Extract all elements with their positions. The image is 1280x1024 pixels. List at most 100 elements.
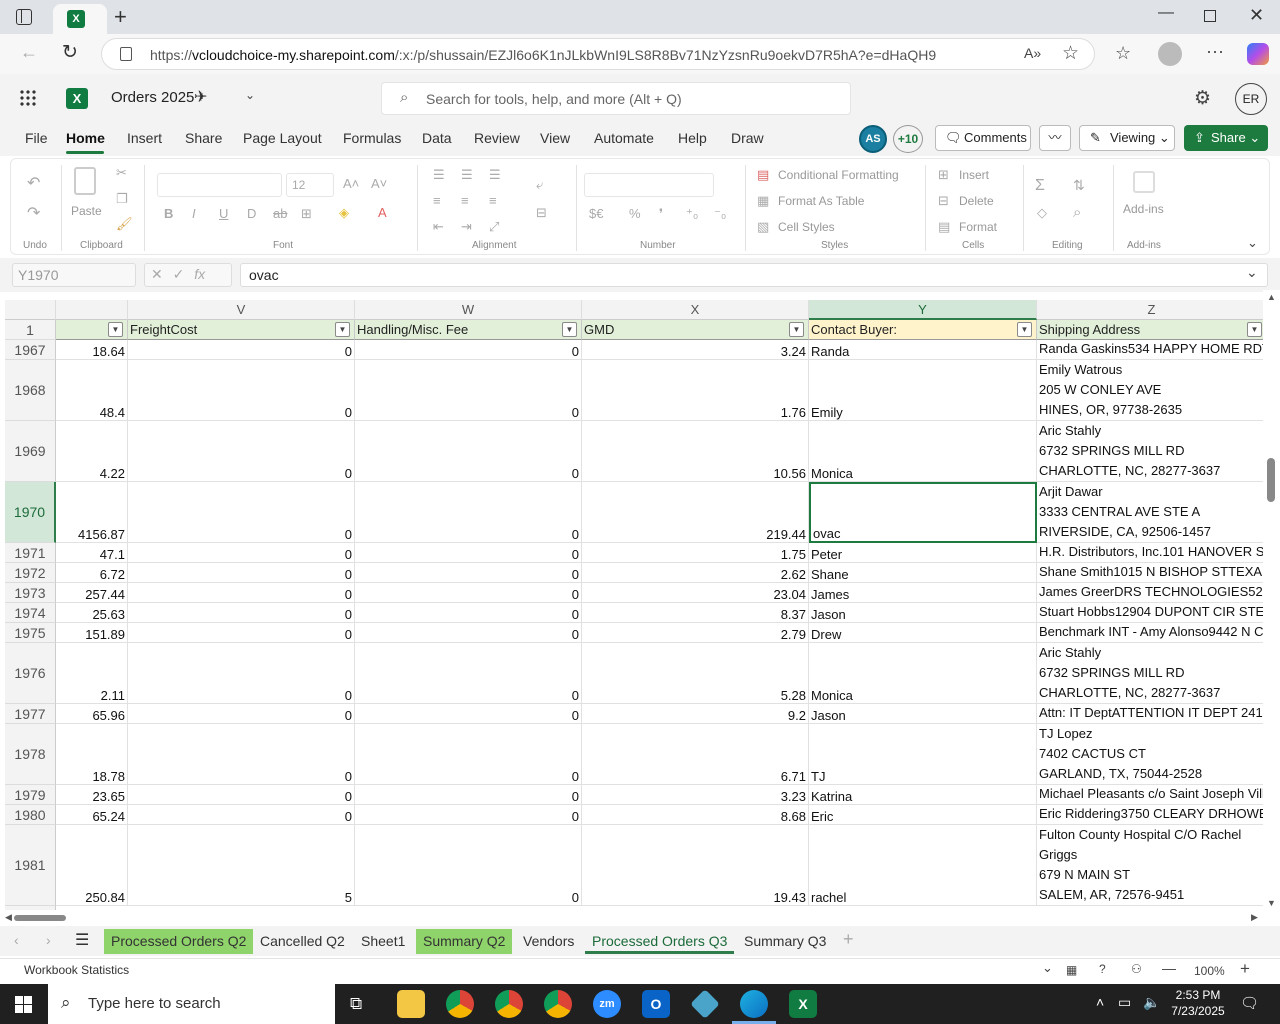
expand-formula-chevron-icon[interactable]: ⌄ bbox=[1246, 264, 1258, 281]
table-cell[interactable]: Jason bbox=[809, 704, 1037, 724]
table-cell[interactable]: 0 bbox=[355, 805, 582, 825]
refresh-icon[interactable]: ↻ bbox=[62, 41, 78, 64]
row-header[interactable]: 1969 bbox=[5, 421, 56, 482]
decrease-indent-icon[interactable]: ⇤ bbox=[433, 219, 444, 235]
tab-insert[interactable]: Insert bbox=[127, 130, 162, 146]
strikethrough-icon[interactable]: ab bbox=[273, 206, 287, 221]
table-cell[interactable]: 0 bbox=[128, 340, 355, 360]
shipping-address-cell[interactable]: Aric Stahly 6732 SPRINGS MILL RD CHARLOTTE… bbox=[1037, 643, 1263, 704]
addins-button[interactable]: Add-ins bbox=[1123, 202, 1164, 216]
table-cell[interactable]: 2.11 bbox=[56, 643, 128, 704]
table-cell[interactable]: 3.23 bbox=[582, 785, 809, 805]
table-cell[interactable]: 0 bbox=[355, 724, 582, 785]
table-cell[interactable]: 250.84 bbox=[56, 825, 128, 906]
table-cell[interactable]: 5 bbox=[128, 825, 355, 906]
format-as-table-button[interactable]: Format As Table bbox=[778, 194, 864, 208]
table-cell[interactable]: Drew bbox=[809, 623, 1037, 643]
table-cell[interactable]: 0 bbox=[355, 825, 582, 906]
shipping-address-cell[interactable]: Attn: IT DeptATTENTION IT DEPT 241 CENTE… bbox=[1037, 704, 1263, 724]
vertical-scrollbar[interactable]: ▲ ▼ bbox=[1263, 290, 1280, 910]
next-sheet-icon[interactable]: › bbox=[46, 932, 51, 948]
row-header[interactable]: 1970 bbox=[5, 482, 56, 543]
taskbar-search[interactable]: ⌕ Type here to search bbox=[48, 984, 335, 1024]
format-painter-icon[interactable]: 🖌 bbox=[116, 216, 133, 232]
comments-button[interactable]: 🗨 Comments bbox=[935, 125, 1031, 151]
table-header-cell[interactable]: ▼ bbox=[56, 320, 128, 340]
decrease-font-icon[interactable]: A˅ bbox=[371, 176, 387, 191]
format-cells-button[interactable]: Format bbox=[959, 220, 997, 234]
row-header[interactable]: 1975 bbox=[5, 623, 56, 643]
horizontal-scroll-thumb[interactable] bbox=[14, 915, 66, 921]
scroll-down-icon[interactable]: ▼ bbox=[1267, 898, 1276, 908]
row-header-1[interactable]: 1 bbox=[5, 320, 56, 340]
restore-icon[interactable] bbox=[1204, 10, 1216, 22]
table-cell[interactable]: 0 bbox=[355, 785, 582, 805]
table-cell[interactable]: Eric bbox=[809, 805, 1037, 825]
table-cell[interactable]: 8.37 bbox=[582, 603, 809, 623]
table-cell[interactable]: 18.78 bbox=[56, 724, 128, 785]
app-launcher-icon[interactable] bbox=[19, 89, 37, 107]
select-all-corner[interactable] bbox=[5, 300, 56, 320]
paste-icon[interactable] bbox=[74, 167, 96, 195]
font-size-select[interactable]: 12 bbox=[286, 173, 334, 197]
sheet-tab[interactable]: Sheet1 bbox=[354, 929, 412, 954]
settings-gear-icon[interactable]: ⚙ bbox=[1194, 87, 1211, 110]
table-cell[interactable]: 0 bbox=[128, 421, 355, 482]
filter-dropdown-icon[interactable]: ▼ bbox=[789, 322, 804, 337]
paste-label[interactable]: Paste bbox=[71, 204, 102, 218]
orientation-icon[interactable]: ⤢ bbox=[489, 219, 499, 235]
delete-cells-button[interactable]: Delete bbox=[959, 194, 994, 208]
table-cell[interactable]: 0 bbox=[128, 603, 355, 623]
align-middle-icon[interactable]: ☰ bbox=[461, 167, 473, 183]
minimize-icon[interactable]: — bbox=[1158, 4, 1174, 22]
table-cell[interactable]: 48.4 bbox=[56, 360, 128, 421]
table-cell[interactable]: 0 bbox=[355, 563, 582, 583]
row-header[interactable]: 1972 bbox=[5, 563, 56, 583]
shipping-address-cell[interactable]: TJ Lopez 7402 CACTUS CT GARLAND, TX, 75044… bbox=[1037, 724, 1263, 785]
chrome-icon[interactable] bbox=[446, 990, 474, 1018]
scroll-left-icon[interactable]: ◀ bbox=[5, 912, 12, 923]
zoom-in-icon[interactable]: + bbox=[1240, 959, 1250, 979]
sheet-tab[interactable]: Summary Q3 bbox=[737, 929, 833, 954]
row-header[interactable]: 1979 bbox=[5, 785, 56, 805]
table-cell[interactable]: 19.43 bbox=[582, 825, 809, 906]
redo-icon[interactable]: ↷ bbox=[27, 203, 40, 223]
collaborator-avatar[interactable]: AS bbox=[859, 125, 887, 153]
table-cell[interactable]: 5.28 bbox=[582, 643, 809, 704]
horizontal-scrollbar[interactable]: ◀ ▶ bbox=[0, 910, 1263, 926]
zoom-level[interactable]: 100% bbox=[1194, 964, 1225, 978]
shipping-address-cell[interactable]: Stuart Hobbs12904 DUPONT CIR STE 9 bbox=[1037, 603, 1263, 623]
table-cell[interactable]: 0 bbox=[128, 563, 355, 583]
viewing-mode-button[interactable]: ✎ Viewing ⌄ bbox=[1079, 125, 1175, 151]
scroll-right-icon[interactable]: ▶ bbox=[1251, 912, 1258, 923]
table-cell[interactable]: 0 bbox=[355, 482, 582, 543]
table-cell[interactable]: 47.1 bbox=[56, 543, 128, 563]
align-center-icon[interactable]: ≡ bbox=[461, 193, 469, 208]
name-box[interactable]: Y1970 bbox=[12, 263, 136, 287]
sort-filter-icon[interactable]: ⇅ bbox=[1073, 177, 1085, 194]
table-cell[interactable]: 3.24 bbox=[582, 340, 809, 360]
address-bar[interactable]: https://vcloudchoice-my.sharepoint.com/:… bbox=[101, 38, 1095, 70]
notification-icon[interactable]: 🗨 bbox=[1240, 994, 1259, 1012]
table-header-cell[interactable]: Handling/Misc. Fee ▼ bbox=[355, 320, 582, 340]
add-sheet-icon[interactable]: + bbox=[843, 929, 854, 950]
tab-view[interactable]: View bbox=[540, 130, 570, 146]
help-improve-icon[interactable]: ? bbox=[1099, 962, 1106, 976]
table-cell[interactable]: 219.44 bbox=[582, 482, 809, 543]
table-cell[interactable]: 0 bbox=[355, 704, 582, 724]
row-header[interactable]: 1971 bbox=[5, 543, 56, 563]
table-cell[interactable]: Monica bbox=[809, 643, 1037, 704]
filter-dropdown-icon[interactable]: ▼ bbox=[1017, 322, 1032, 337]
table-cell[interactable]: 0 bbox=[128, 785, 355, 805]
table-cell[interactable]: 0 bbox=[355, 360, 582, 421]
filter-dropdown-icon[interactable]: ▼ bbox=[1247, 322, 1262, 337]
sheet-tab[interactable]: Vendors bbox=[516, 929, 581, 954]
sheet-tab[interactable]: Processed Orders Q3 bbox=[585, 929, 735, 954]
volume-icon[interactable]: 🔈 bbox=[1143, 994, 1160, 1011]
collaborator-count[interactable]: +10 bbox=[893, 125, 923, 153]
tab-formulas[interactable]: Formulas bbox=[343, 130, 401, 146]
align-top-icon[interactable]: ☰ bbox=[433, 167, 445, 183]
table-cell[interactable]: Katrina bbox=[809, 785, 1037, 805]
read-aloud-icon[interactable]: A» bbox=[1024, 45, 1041, 61]
table-cell[interactable]: 23.65 bbox=[56, 785, 128, 805]
